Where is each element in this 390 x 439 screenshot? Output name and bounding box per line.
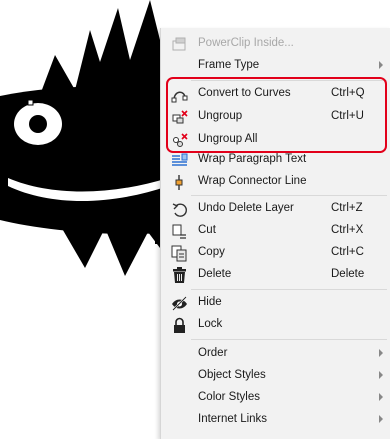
menu-item-powerclip-inside[interactable]: PowerClip Inside... [161,33,390,56]
artwork-fins [60,225,168,276]
submenu-arrow-icon [379,61,383,69]
menu-item-object-styles[interactable]: Object Styles [161,365,390,388]
menu-item-label: Frame Type [198,59,260,71]
menu-item-order[interactable]: Order [161,343,390,366]
menu-item-label: Internet Links [198,413,268,425]
menu-item-frame-type[interactable]: Frame Type [161,55,390,78]
menu-item-label: Delete [198,268,232,280]
menu-item-label: Object Styles [198,369,266,381]
fish-artwork[interactable] [0,0,170,276]
menu-item-undo-delete-layer[interactable]: Undo Delete Layer Ctrl+Z [161,198,390,221]
highlight-annotation-box [166,77,387,153]
menu-item-label: Wrap Connector Line [198,175,307,187]
menu-item-copy[interactable]: Copy Ctrl+C [161,242,390,265]
menu-item-label: Lock [198,318,223,330]
menu-item-delete[interactable]: Delete Delete [161,264,390,287]
menu-item-label: Hide [198,296,222,308]
submenu-arrow-icon [379,393,383,401]
hide-eye-icon [171,295,188,312]
undo-icon [171,201,188,218]
menu-item-label: Undo Delete Layer [198,202,294,214]
artwork-eye-pupil [29,115,47,133]
wrap-paragraph-icon [171,152,188,169]
menu-item-shortcut: Ctrl+Z [331,202,363,214]
selection-handle[interactable] [27,99,34,106]
selection-handle[interactable] [95,155,100,160]
menu-item-shortcut: Ctrl+C [331,246,364,258]
menu-item-label: Color Styles [198,391,260,403]
menu-item-label: Cut [198,224,216,236]
powerclip-icon [171,36,188,53]
menu-item-label: PowerClip Inside... [198,37,294,49]
submenu-arrow-icon [379,415,383,423]
menu-item-cut[interactable]: Cut Ctrl+X [161,220,390,243]
cut-icon [171,223,188,240]
menu-separator [191,339,387,340]
submenu-arrow-icon [379,371,383,379]
menu-item-label: Wrap Paragraph Text [198,153,307,165]
menu-item-hide[interactable]: Hide [161,292,390,315]
menu-item-shortcut: Ctrl+X [331,224,364,236]
menu-item-internet-links[interactable]: Internet Links [161,409,390,432]
menu-separator [191,195,387,196]
menu-item-label: Copy [198,246,225,258]
menu-item-wrap-connector-line[interactable]: Wrap Connector Line [161,171,390,194]
menu-item-label: Order [198,347,228,359]
lock-icon [171,317,188,334]
menu-item-shortcut: Delete [331,268,365,280]
trash-icon [171,267,188,284]
submenu-arrow-icon [379,349,383,357]
menu-separator [191,289,387,290]
copy-icon [171,245,188,262]
menu-item-lock[interactable]: Lock [161,314,390,337]
menu-item-color-styles[interactable]: Color Styles [161,387,390,410]
wrap-connector-icon [171,174,188,191]
